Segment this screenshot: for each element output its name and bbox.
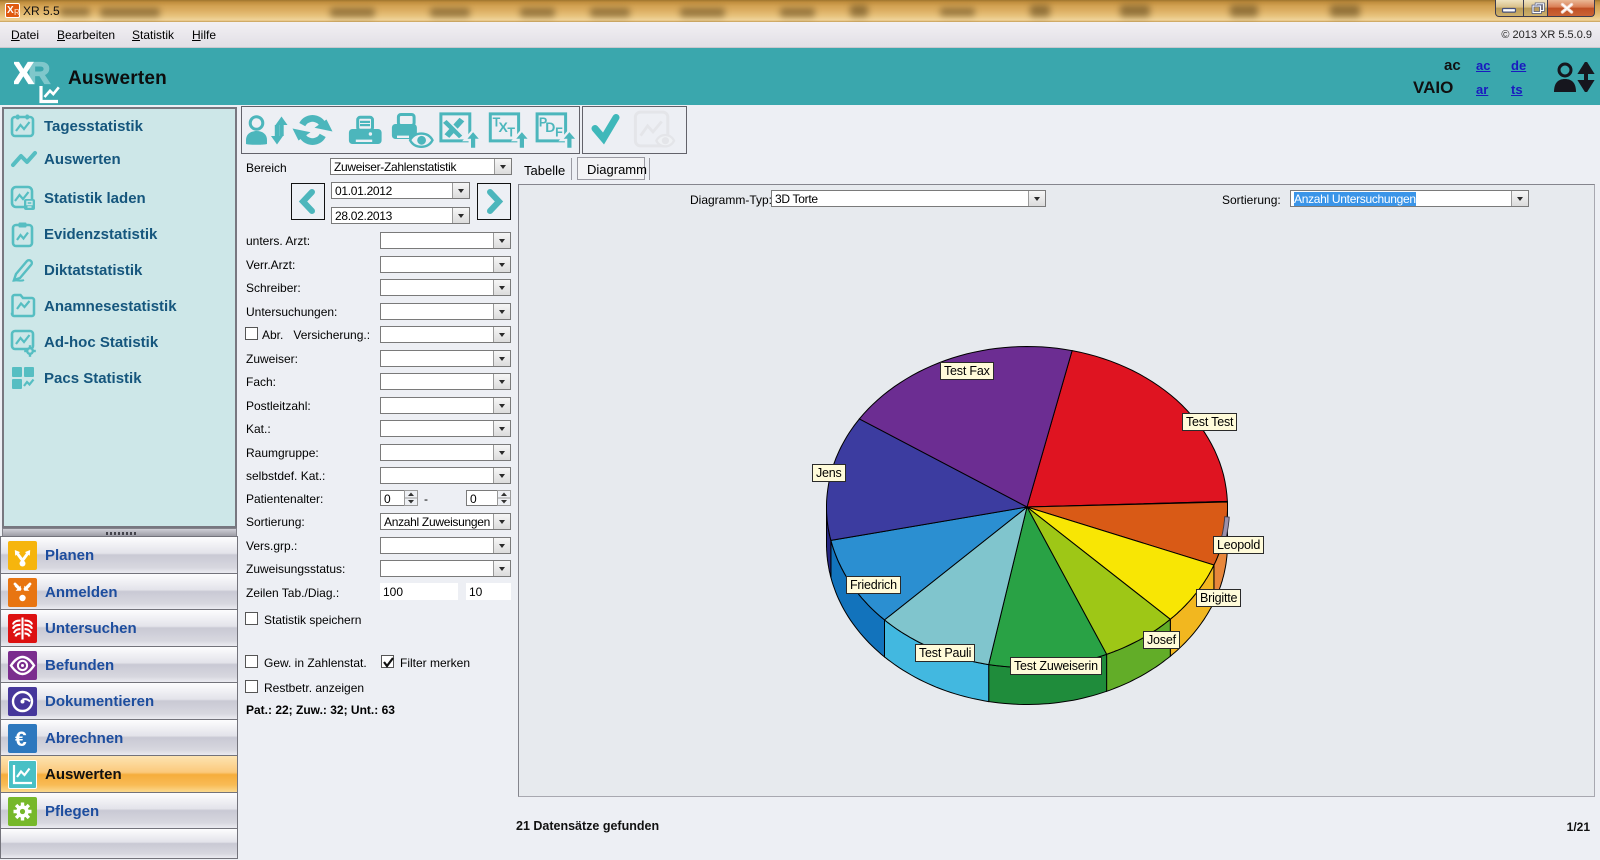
svg-text:€: €: [15, 728, 27, 751]
svg-text:D: D: [545, 119, 555, 135]
svg-text:X: X: [14, 56, 34, 91]
